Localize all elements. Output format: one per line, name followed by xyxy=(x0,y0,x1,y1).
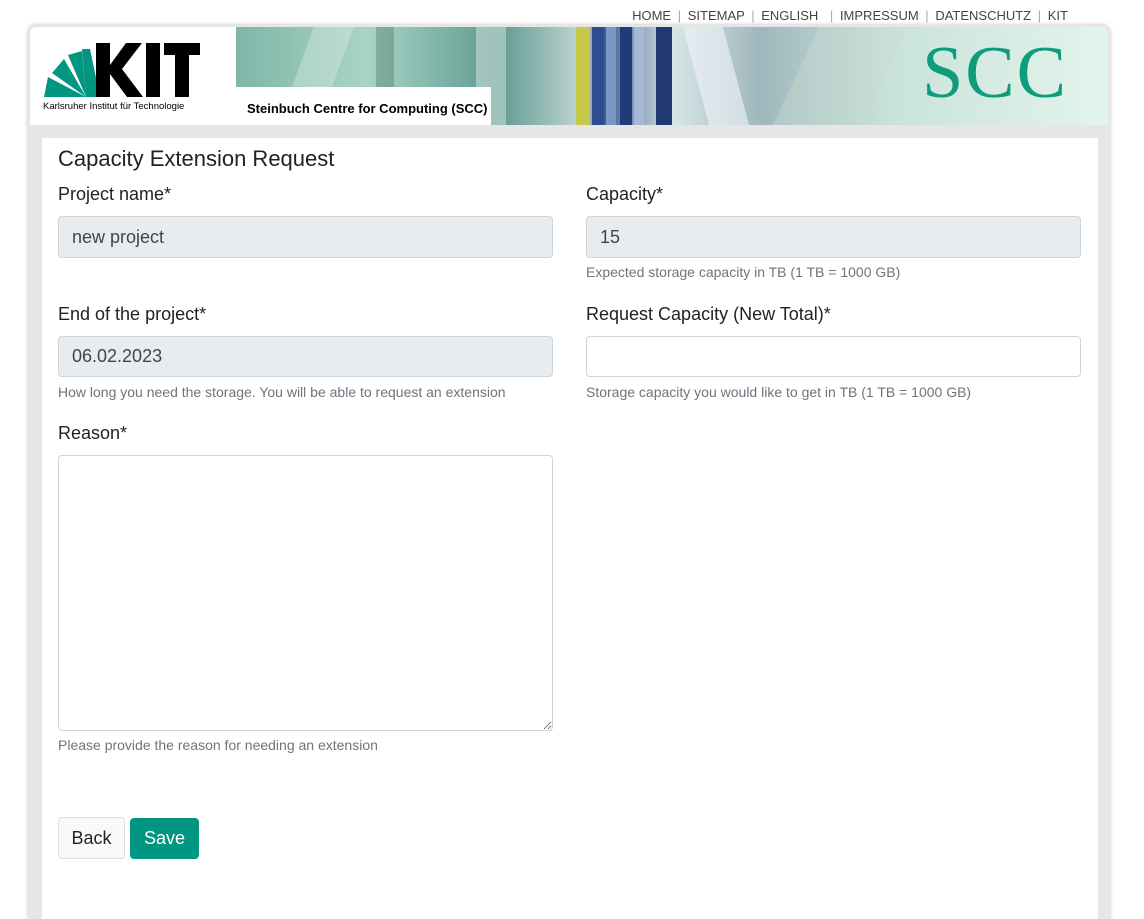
top-navigation: HOME | SITEMAP | ENGLISH | IMPRESSUM | D… xyxy=(0,8,1068,23)
end-of-project-label: End of the project* xyxy=(58,304,207,324)
reason-textarea[interactable] xyxy=(58,455,553,731)
nav-link-kit[interactable]: KIT xyxy=(1048,8,1068,23)
nav-separator: | xyxy=(925,8,929,23)
end-of-project-help-text: How long you need the storage. You will … xyxy=(58,384,506,400)
capacity-label: Capacity* xyxy=(586,184,664,204)
capacity-input[interactable]: 15 xyxy=(586,216,1081,258)
capacity-help-text: Expected storage capacity in TB (1 TB = … xyxy=(586,264,901,280)
kit-logo-subtitle: Karlsruher Institut für Technologie xyxy=(43,101,185,112)
request-capacity-help-text: Storage capacity you would like to get i… xyxy=(586,384,972,400)
site-header: Karlsruher Institut für Technologie SCC … xyxy=(30,27,1108,125)
nav-separator: | xyxy=(829,8,834,23)
main-content: Capacity Extension Request Project name*… xyxy=(42,138,1098,919)
nav-separator: | xyxy=(677,8,682,23)
banner-label: Steinbuch Centre for Computing (SCC) xyxy=(236,87,491,125)
end-of-project-input[interactable]: 06.02.2023 xyxy=(58,336,553,377)
nav-link-english[interactable]: ENGLISH xyxy=(761,8,818,23)
nav-link-home[interactable]: HOME xyxy=(632,8,671,23)
reason-help-text: Please provide the reason for needing an… xyxy=(58,737,378,753)
back-button[interactable]: Back xyxy=(58,817,125,859)
nav-separator: | xyxy=(1037,8,1042,23)
save-button[interactable]: Save xyxy=(130,818,199,859)
kit-logo-icon xyxy=(44,43,200,97)
request-capacity-input[interactable] xyxy=(586,336,1081,377)
project-name-input[interactable]: new project xyxy=(58,216,553,258)
page-title: Capacity Extension Request xyxy=(58,146,335,171)
nav-link-impressum[interactable]: IMPRESSUM xyxy=(840,8,919,23)
project-name-label: Project name* xyxy=(58,184,172,204)
reason-label: Reason* xyxy=(58,423,128,443)
nav-link-sitemap[interactable]: SITEMAP xyxy=(688,8,745,23)
request-capacity-label: Request Capacity (New Total)* xyxy=(586,304,831,324)
nav-separator: | xyxy=(751,8,755,23)
nav-link-datenschutz[interactable]: DATENSCHUTZ xyxy=(935,8,1031,23)
scc-logo: SCC xyxy=(922,32,1068,114)
